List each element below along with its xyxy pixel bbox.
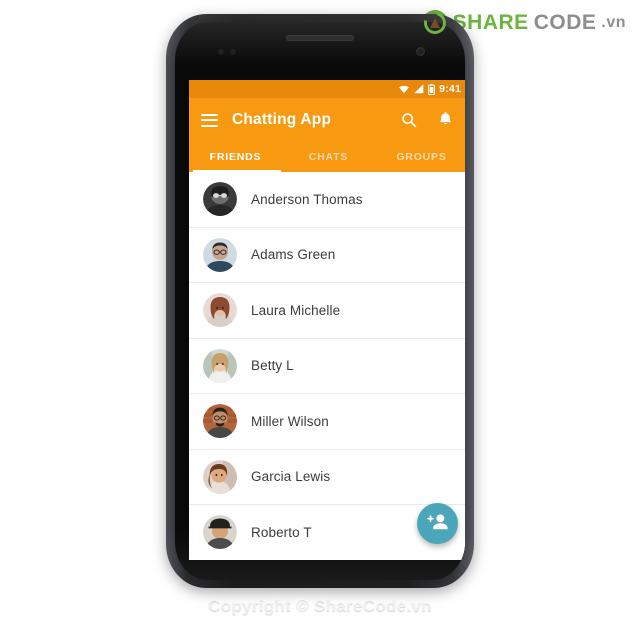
person-add-icon xyxy=(427,513,448,535)
list-item[interactable]: Adams Green xyxy=(189,227,465,283)
tab-friends[interactable]: FRIENDS xyxy=(189,142,282,172)
signal-icon xyxy=(414,84,424,94)
search-icon[interactable] xyxy=(398,112,420,128)
list-item-name: Adams Green xyxy=(251,247,336,263)
avatar-miller-wilson xyxy=(203,404,237,439)
list-item[interactable]: Miller Wilson xyxy=(189,394,465,450)
avatar-betty-l xyxy=(203,348,237,383)
list-item-name: Miller Wilson xyxy=(251,413,329,429)
proximity-sensor-icon xyxy=(218,49,224,55)
tab-chats[interactable]: CHATS xyxy=(282,142,375,172)
hamburger-menu-icon[interactable] xyxy=(201,113,218,127)
phone-glass-front: 9:41 Chatting App FRIENDS CHATS GROUPS A… xyxy=(175,22,465,580)
logo-code-text: CODE xyxy=(533,11,597,34)
wifi-icon xyxy=(398,84,410,94)
avatar-garcia-lewis xyxy=(203,459,237,494)
add-friend-fab[interactable] xyxy=(417,503,458,544)
status-bar: 9:41 xyxy=(189,80,465,98)
phone-mockup: 9:41 Chatting App FRIENDS CHATS GROUPS A… xyxy=(166,14,474,588)
list-item-name: Betty L xyxy=(251,358,294,374)
list-item[interactable]: Laura Michelle xyxy=(189,283,465,339)
avatar-adams-green xyxy=(203,237,237,272)
avatar-anderson-thomas xyxy=(203,182,237,217)
screenshot-canvas: SHARE CODE .vn 9:41 Chatting App FRIENDS… xyxy=(0,0,640,640)
battery-icon xyxy=(428,83,436,95)
app-bar: Chatting App xyxy=(189,98,465,142)
copyright-watermark: Copyright © ShareCode.vn xyxy=(208,596,432,615)
phone-screen: 9:41 Chatting App FRIENDS CHATS GROUPS A… xyxy=(189,80,465,560)
list-item[interactable]: Garcia Lewis xyxy=(189,449,465,505)
tab-bar: FRIENDS CHATS GROUPS xyxy=(189,142,465,172)
page-title: Chatting App xyxy=(232,111,332,128)
bell-icon[interactable] xyxy=(434,112,456,128)
list-item-name: Roberto T xyxy=(251,524,312,540)
list-item[interactable]: Betty L xyxy=(189,338,465,394)
front-camera-icon xyxy=(416,47,425,56)
avatar-laura-michelle xyxy=(203,293,237,328)
earpiece-speaker-icon xyxy=(286,35,354,41)
light-sensor-icon xyxy=(230,49,236,55)
logo-vn-text: .vn xyxy=(601,14,626,31)
friends-list[interactable]: Anderson Thomas Adams Green Laura Michel… xyxy=(189,172,465,560)
list-item[interactable]: Anderson Thomas xyxy=(189,172,465,228)
tab-groups[interactable]: GROUPS xyxy=(375,142,465,172)
list-item-name: Garcia Lewis xyxy=(251,469,331,485)
list-item-name: Anderson Thomas xyxy=(251,191,363,207)
status-bar-clock: 9:41 xyxy=(439,83,461,95)
list-item-name: Laura Michelle xyxy=(251,302,341,318)
avatar-roberto-t xyxy=(203,515,237,550)
